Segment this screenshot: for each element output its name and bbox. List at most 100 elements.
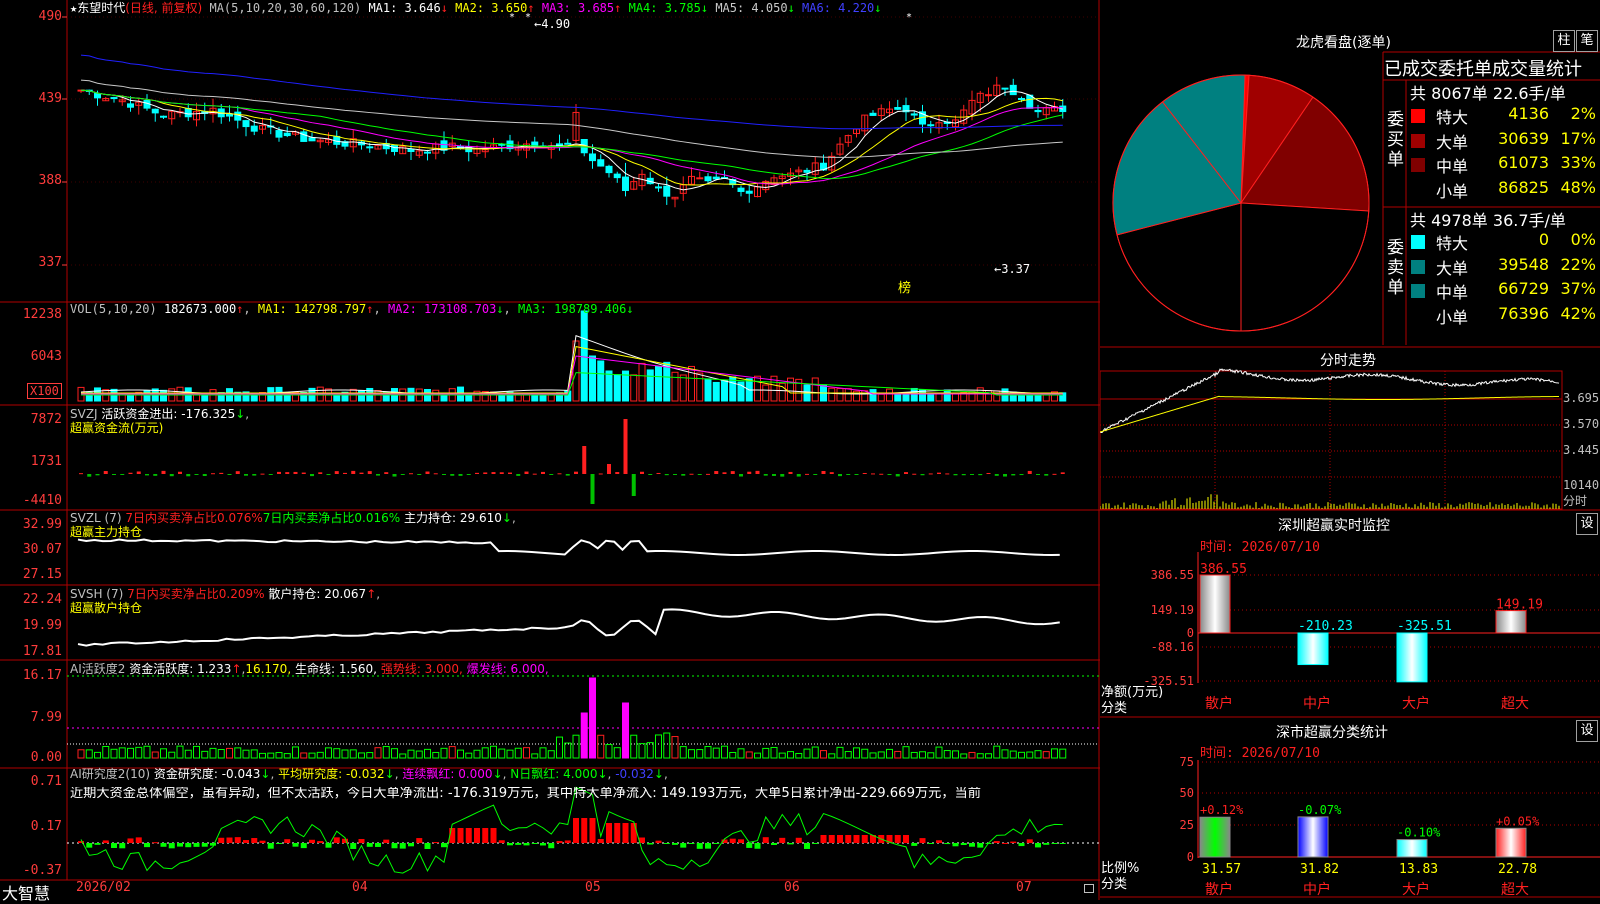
ai-research-bar xyxy=(655,840,662,843)
volume-bar xyxy=(630,374,638,402)
svzj-bar xyxy=(1044,474,1049,476)
ai-active-ylabel: 0.00 xyxy=(30,750,62,765)
candle-body xyxy=(704,176,712,182)
sz-class-time: 时间: 2026/07/10 xyxy=(1200,746,1320,761)
ai-research-bar xyxy=(144,843,150,848)
volume-bar xyxy=(605,370,613,402)
svzj-bar xyxy=(739,474,743,477)
ai-active-ylabel: 7.99 xyxy=(30,710,62,725)
ai-active-bar xyxy=(473,749,481,759)
sell-side-label: 委卖单 xyxy=(1387,238,1404,298)
svzj-bar xyxy=(590,474,595,504)
vol-unit-badge[interactable]: X100 xyxy=(27,383,62,399)
svzj-bar xyxy=(103,471,108,474)
ai-research-bar xyxy=(424,843,431,849)
svzj-bar xyxy=(244,474,248,476)
ai-research-bar xyxy=(556,840,563,843)
ai-research-bar xyxy=(573,818,579,843)
ai-active-bar xyxy=(580,712,588,759)
monitor-ylabel: 149.19 xyxy=(1151,603,1194,617)
stock-name[interactable]: 东望时代 xyxy=(77,1,125,15)
ai-research-bar xyxy=(366,843,373,847)
ai-active-bar xyxy=(762,747,770,759)
tick-mode-button[interactable]: 笔 xyxy=(1576,30,1598,52)
svzj-bar xyxy=(532,473,537,475)
svzj-bar xyxy=(301,472,306,474)
ai-active-bar xyxy=(778,752,786,759)
sz-monitor-title: 深圳超赢实时监控 xyxy=(1278,518,1390,534)
lhb-rank-mark[interactable]: 榜 xyxy=(898,282,911,296)
ai-active-bar xyxy=(349,749,357,759)
ai-research-bar xyxy=(754,843,761,849)
volume-bar xyxy=(704,378,712,402)
svzj-bar xyxy=(1011,474,1016,476)
ai-research-bar xyxy=(581,818,588,843)
class-category: 超大 xyxy=(1501,882,1529,898)
ai-active-bar xyxy=(877,751,885,759)
intraday-ylabel: 3.445 xyxy=(1563,443,1600,457)
ai-research-bar xyxy=(86,843,93,848)
ai-research-bar xyxy=(474,828,480,843)
ai-research-bar xyxy=(804,843,810,849)
lock-icon[interactable] xyxy=(1084,884,1094,893)
candle-body xyxy=(1001,87,1009,90)
volume-bar xyxy=(927,394,935,402)
volume-bar xyxy=(283,394,291,402)
svzj-bar xyxy=(772,474,776,476)
svzj-bar xyxy=(598,473,603,475)
ai-active-bar xyxy=(366,752,374,759)
ai-research-bar xyxy=(259,840,266,843)
price-pane-header: ★东望时代(日线, 前复权) MA(5,10,20,30,60,120) MA1… xyxy=(70,1,882,15)
ai-active-bar xyxy=(283,753,291,759)
svzj-bar xyxy=(970,474,974,475)
monitor-bar xyxy=(1396,632,1428,683)
ai-research-bar xyxy=(102,840,109,843)
sz-monitor-settings-button[interactable]: 设 xyxy=(1576,513,1598,535)
svzj-bar xyxy=(846,474,851,475)
ai-active-bar xyxy=(77,749,85,759)
svzj-bar xyxy=(805,473,809,475)
svzj-bar xyxy=(904,472,908,474)
ai-active-bar xyxy=(910,751,918,759)
ai-active-bar xyxy=(226,747,233,759)
ai-research-bar xyxy=(713,843,720,844)
svzj-bar xyxy=(681,474,686,476)
monitor-category: 超大 xyxy=(1501,696,1529,712)
svzj-bar xyxy=(986,472,991,474)
svzj-bar xyxy=(821,470,826,474)
volume-bar xyxy=(894,393,902,402)
ai-active-bar xyxy=(234,747,242,759)
sell-row-percent: 42% xyxy=(1560,303,1596,323)
ai-research-bar xyxy=(523,843,530,846)
ai-research-bar xyxy=(647,843,654,845)
kline-chart-area[interactable]: * * * xyxy=(0,0,1100,900)
ai-active-bar xyxy=(613,747,621,759)
period-mode[interactable]: (日线, 前复权) xyxy=(125,1,202,15)
candle-body xyxy=(869,112,877,116)
volume-bar xyxy=(993,390,1001,402)
ai-active-bar xyxy=(94,751,101,759)
svzj-bar xyxy=(508,472,512,474)
vol-ma-line xyxy=(80,335,1063,395)
buy-row-percent: 2% xyxy=(1570,104,1596,123)
sell-swatch xyxy=(1411,259,1425,274)
x-axis-label: 07 xyxy=(1016,880,1032,895)
volume-bar xyxy=(143,390,151,402)
svzj-bar xyxy=(928,473,933,475)
ai-research-ylabel: -0.37 xyxy=(22,863,62,878)
ai-research-bar xyxy=(688,843,695,844)
ai-active-bar xyxy=(869,752,877,759)
ma-line xyxy=(80,89,1063,185)
ai-research-bar xyxy=(993,841,1000,843)
ai-research-bar xyxy=(210,843,216,846)
monitor-category: 散户 xyxy=(1205,695,1233,712)
ai-research-bar xyxy=(358,838,365,843)
candle-body xyxy=(1026,94,1034,109)
intraday-ylabel: 3.570 xyxy=(1563,417,1600,431)
ai-active-bar xyxy=(102,746,110,759)
ai-active-bar xyxy=(572,734,580,759)
candle-body xyxy=(910,113,918,116)
sz-class-settings-button[interactable]: 设 xyxy=(1576,720,1598,742)
bar-mode-button[interactable]: 柱 xyxy=(1553,30,1575,52)
ai-active-bar xyxy=(729,751,737,759)
